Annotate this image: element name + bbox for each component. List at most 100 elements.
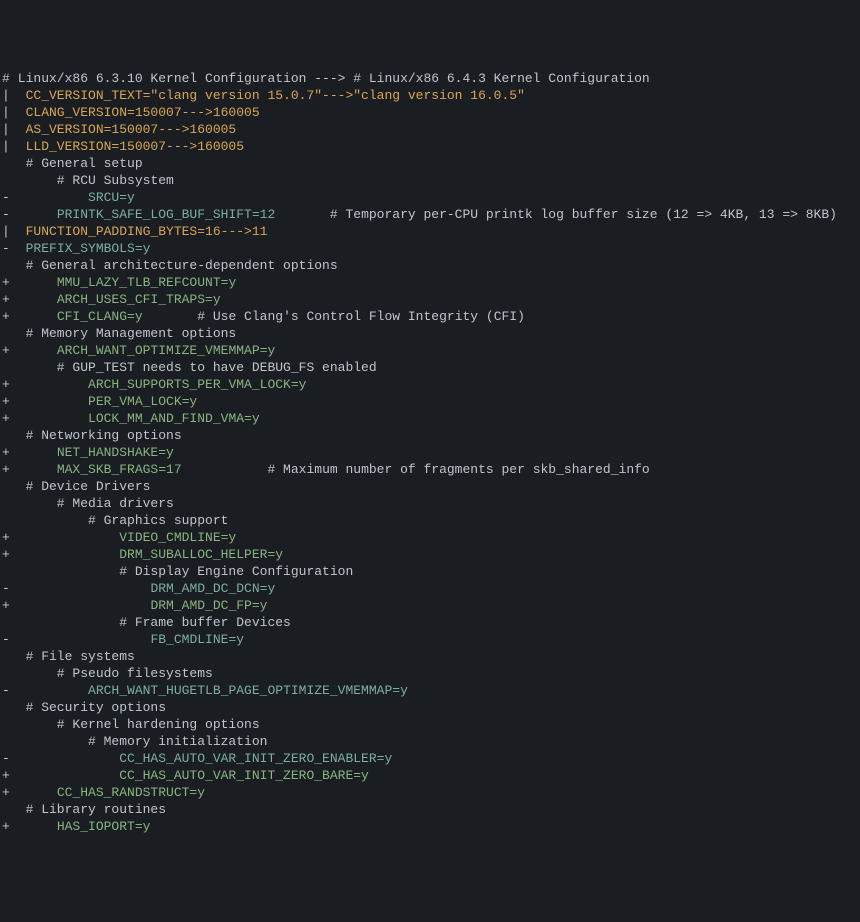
diff-marker: + [2, 529, 10, 546]
diff-line: - SRCU=y [0, 189, 860, 206]
diff-segment [10, 309, 57, 324]
diff-content: # Kernel hardening options [10, 716, 260, 733]
diff-marker: + [2, 597, 10, 614]
diff-marker: + [2, 461, 10, 478]
diff-content: # Security options [10, 699, 166, 716]
diff-content: SRCU=y [10, 189, 135, 206]
diff-line: + ARCH_USES_CFI_TRAPS=y [0, 291, 860, 308]
diff-marker: + [2, 342, 10, 359]
diff-line: + NET_HANDSHAKE=y [0, 444, 860, 461]
diff-line: | FUNCTION_PADDING_BYTES=16--->11 [0, 223, 860, 240]
diff-marker [2, 648, 10, 665]
diff-marker: - [2, 750, 10, 767]
diff-marker: + [2, 410, 10, 427]
diff-marker [2, 495, 10, 512]
diff-segment [10, 377, 88, 392]
diff-segment: CC_HAS_AUTO_VAR_INIT_ZERO_BARE=y [119, 768, 369, 783]
diff-marker [2, 478, 10, 495]
diff-content: FB_CMDLINE=y [10, 631, 244, 648]
diff-segment [10, 292, 57, 307]
diff-segment [10, 683, 88, 698]
diff-line: # Memory initialization [0, 733, 860, 750]
diff-segment: DRM_SUBALLOC_HELPER=y [119, 547, 283, 562]
diff-line: # File systems [0, 648, 860, 665]
diff-segment: PREFIX_SYMBOLS=y [26, 241, 151, 256]
diff-marker: + [2, 291, 10, 308]
diff-content: CC_VERSION_TEXT="clang version 15.0.7"--… [10, 87, 525, 104]
diff-marker: - [2, 206, 10, 223]
diff-segment: # General setup [10, 156, 143, 171]
diff-content: CLANG_VERSION=150007--->160005 [10, 104, 260, 121]
diff-content: # General architecture-dependent options [10, 257, 338, 274]
diff-segment [10, 785, 57, 800]
diff-segment: FUNCTION_PADDING_BYTES=16--->11 [26, 224, 268, 239]
diff-marker: | [2, 121, 10, 138]
diff-content: # Device Drivers [10, 478, 150, 495]
diff-segment [10, 207, 57, 222]
diff-marker: | [2, 104, 10, 121]
diff-segment: # Memory initialization [10, 734, 267, 749]
diff-line: + ARCH_WANT_OPTIMIZE_VMEMMAP=y [0, 342, 860, 359]
diff-content: MAX_SKB_FRAGS=17 # Maximum number of fra… [10, 461, 650, 478]
diff-line: # Device Drivers [0, 478, 860, 495]
diff-segment: LOCK_MM_AND_FIND_VMA=y [88, 411, 260, 426]
diff-segment: CLANG_VERSION=150007--->160005 [10, 105, 260, 120]
diff-line: | LLD_VERSION=150007--->160005 [0, 138, 860, 155]
diff-segment [10, 462, 57, 477]
diff-marker: + [2, 444, 10, 461]
diff-line: + MMU_LAZY_TLB_REFCOUNT=y [0, 274, 860, 291]
diff-content: # General setup [10, 155, 143, 172]
diff-segment: CC_VERSION_TEXT="clang version 15.0.7"--… [10, 88, 525, 103]
diff-line: + HAS_IOPORT=y [0, 818, 860, 835]
diff-segment [10, 547, 119, 562]
diff-segment: # Media drivers [10, 496, 174, 511]
diff-marker [2, 699, 10, 716]
diff-segment: # Device Drivers [10, 479, 150, 494]
diff-segment: # Frame buffer Devices [10, 615, 291, 630]
diff-segment: Linux/x86 6.3.10 Kernel Configuration --… [10, 71, 650, 86]
diff-marker [2, 427, 10, 444]
diff-content: ARCH_SUPPORTS_PER_VMA_LOCK=y [10, 376, 306, 393]
diff-line: | AS_VERSION=150007--->160005 [0, 121, 860, 138]
diff-content: NET_HANDSHAKE=y [10, 444, 174, 461]
diff-content: # GUP_TEST needs to have DEBUG_FS enable… [10, 359, 377, 376]
diff-line: # Kernel hardening options [0, 716, 860, 733]
diff-segment: VIDEO_CMDLINE=y [119, 530, 236, 545]
diff-marker: + [2, 376, 10, 393]
diff-content: DRM_AMD_DC_FP=y [10, 597, 267, 614]
diff-line: - ARCH_WANT_HUGETLB_PAGE_OPTIMIZE_VMEMMA… [0, 682, 860, 699]
diff-marker [2, 801, 10, 818]
diff-line: # Linux/x86 6.3.10 Kernel Configuration … [0, 70, 860, 87]
diff-segment: SRCU=y [88, 190, 135, 205]
diff-segment [10, 343, 57, 358]
diff-segment: DRM_AMD_DC_FP=y [150, 598, 267, 613]
diff-segment: PER_VMA_LOCK=y [88, 394, 197, 409]
diff-content: # Frame buffer Devices [10, 614, 291, 631]
diff-line: + DRM_SUBALLOC_HELPER=y [0, 546, 860, 563]
diff-segment: # Display Engine Configuration [10, 564, 353, 579]
diff-content: DRM_SUBALLOC_HELPER=y [10, 546, 283, 563]
diff-segment: # File systems [10, 649, 135, 664]
diff-marker: # [2, 70, 10, 87]
diff-content: # Networking options [10, 427, 182, 444]
diff-segment [10, 530, 119, 545]
diff-segment: LLD_VERSION=150007--->160005 [10, 139, 244, 154]
diff-marker: + [2, 784, 10, 801]
diff-line: # Frame buffer Devices [0, 614, 860, 631]
diff-content: # Memory initialization [10, 733, 267, 750]
diff-line: # Library routines [0, 801, 860, 818]
diff-line: # GUP_TEST needs to have DEBUG_FS enable… [0, 359, 860, 376]
diff-marker: + [2, 308, 10, 325]
diff-segment: MAX_SKB_FRAGS=17 [57, 462, 182, 477]
diff-marker: - [2, 631, 10, 648]
diff-segment: MMU_LAZY_TLB_REFCOUNT=y [57, 275, 236, 290]
diff-segment: # General architecture-dependent options [10, 258, 338, 273]
diff-content: ARCH_WANT_OPTIMIZE_VMEMMAP=y [10, 342, 275, 359]
diff-line: # Display Engine Configuration [0, 563, 860, 580]
diff-line: + ARCH_SUPPORTS_PER_VMA_LOCK=y [0, 376, 860, 393]
diff-content: CC_HAS_AUTO_VAR_INIT_ZERO_ENABLER=y [10, 750, 392, 767]
diff-marker [2, 257, 10, 274]
diff-segment [10, 751, 119, 766]
diff-segment: DRM_AMD_DC_DCN=y [150, 581, 275, 596]
diff-line: + CC_HAS_RANDSTRUCT=y [0, 784, 860, 801]
